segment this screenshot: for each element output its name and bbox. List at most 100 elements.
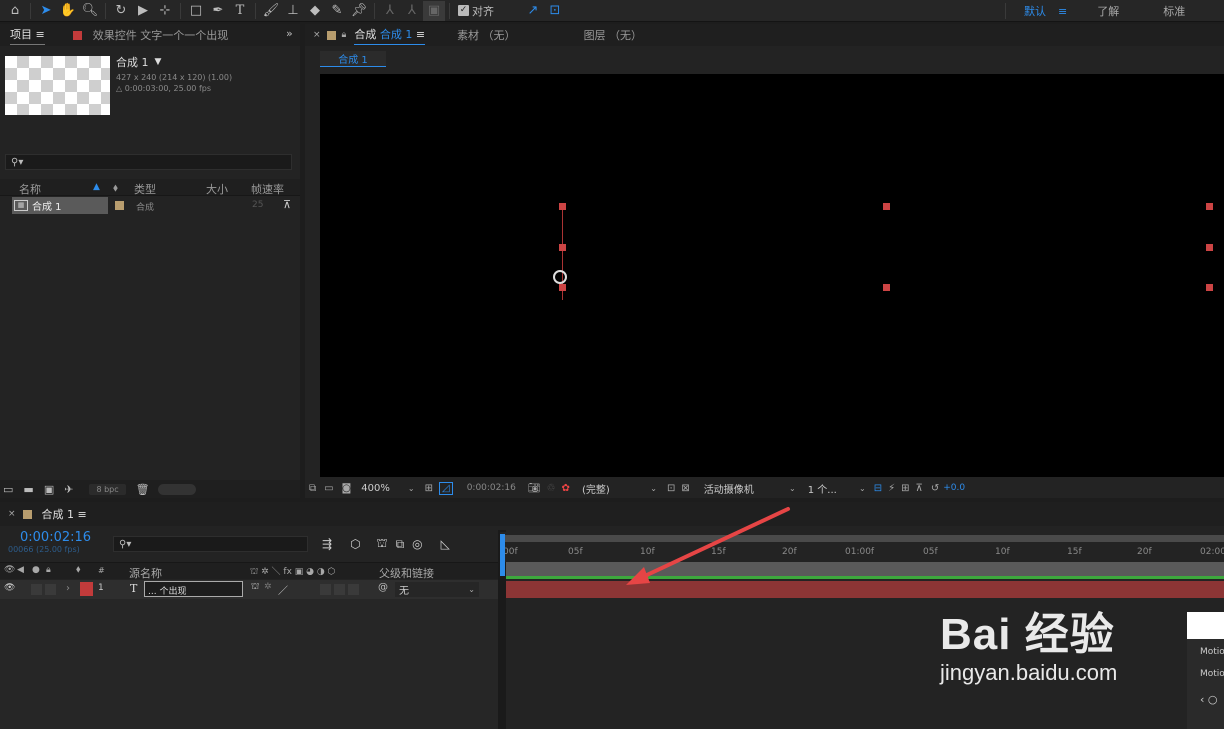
motion-blur-icon[interactable]: ◎ (412, 537, 422, 551)
checkbox-icon[interactable]: ✓ (458, 5, 469, 16)
playhead-icon[interactable] (500, 534, 505, 576)
timeline-search-input[interactable]: ⚲▾ (113, 536, 308, 552)
fast-previews-icon[interactable]: ⚡ (888, 483, 895, 494)
workspace-standard[interactable]: 标准 (1163, 3, 1185, 19)
roto-brush-icon[interactable]: ✎ (326, 1, 348, 21)
parent-pickwhip-icon[interactable]: @ (378, 582, 388, 593)
parent-dropdown[interactable]: 无 ⌄ (395, 582, 479, 597)
lock-icon[interactable]: 🔒︎ (342, 30, 347, 40)
zoom-dropdown[interactable]: 400% ⌄ (361, 483, 414, 494)
color-channels-icon[interactable]: ✿ (562, 483, 570, 494)
flowchart-icon[interactable]: ⊼ (283, 198, 291, 211)
reset-exposure-icon[interactable]: ↺ (931, 483, 939, 494)
eye-icon[interactable]: 👁︎ (4, 583, 15, 593)
exposure-value[interactable]: +0.0 (943, 483, 965, 493)
anchor-point-icon[interactable] (553, 270, 567, 284)
clone-stamp-icon[interactable]: ⊥ (282, 1, 304, 21)
snap-grid-icon[interactable]: ⊡ (544, 1, 566, 21)
bpc-badge[interactable]: 8 bpc (89, 483, 126, 495)
chevron-down-icon[interactable]: ▼ (155, 57, 162, 67)
eraser-icon[interactable]: ◆ (304, 1, 326, 21)
thumbnail-slider[interactable] (157, 483, 196, 495)
col-source-name[interactable]: 源名称 (129, 565, 162, 581)
bounding-box-handle[interactable] (883, 203, 890, 210)
bounding-box-handle[interactable] (883, 284, 890, 291)
shy-layers-icon[interactable]: ⛫ (377, 536, 388, 552)
layer-row[interactable]: 👁︎ › 1 T ... 个出现 ⛫ ✲ ／ @ 无 ⌄ (0, 580, 498, 599)
pen-icon[interactable]: ✒ (207, 1, 229, 21)
collapse-switch-icon[interactable]: ✲ (264, 582, 272, 592)
col-fps[interactable]: 帧速率 (251, 181, 284, 197)
views-dropdown[interactable]: 1 个... ⌄ (808, 481, 866, 496)
switch-box[interactable] (334, 584, 345, 595)
layer-name-field[interactable]: ... 个出现 (144, 581, 243, 597)
bounding-box-handle[interactable] (1206, 203, 1213, 210)
rotate-icon[interactable]: ↻ (110, 1, 132, 21)
panel-expand-icon[interactable]: » (286, 27, 293, 40)
axis-local-icon[interactable]: ⅄ (379, 1, 401, 21)
always-preview-icon[interactable]: ⧉ (309, 483, 316, 494)
flowchart-icon[interactable]: ⊼ (916, 483, 923, 494)
workspace-menu-icon[interactable]: ≡ (1058, 5, 1067, 18)
toggle-pixel-aspect-icon[interactable]: ⊟ (874, 483, 882, 494)
col-type[interactable]: 类型 (134, 181, 156, 197)
chevron-right-icon[interactable]: › (66, 583, 70, 594)
bounding-box-handle[interactable] (1206, 284, 1213, 291)
adjust-icon[interactable]: ✈ (64, 483, 73, 496)
timeline-icon[interactable]: ⊞ (901, 483, 909, 494)
comp-mini-flowchart-icon[interactable]: ⇶ (322, 537, 332, 551)
close-icon[interactable]: × (313, 30, 321, 40)
puppet-pin-icon[interactable]: 📌︎ (348, 1, 370, 21)
layer-label-color[interactable] (80, 582, 93, 596)
audio-icon[interactable]: ◀ (17, 565, 24, 575)
comp-breadcrumb[interactable]: 合成 1 (320, 51, 386, 67)
sort-asc-icon[interactable]: ▲ (93, 182, 100, 192)
lock-box[interactable] (45, 584, 56, 595)
tab-project[interactable]: 项目 ≡ (10, 26, 45, 45)
interpret-footage-icon[interactable]: ▭ (3, 483, 13, 496)
col-name[interactable]: 名称 (19, 181, 41, 197)
project-search-input[interactable]: ⚲▾ (5, 154, 292, 170)
col-size[interactable]: 大小 (206, 181, 228, 197)
time-ruler[interactable]: :00f 05f 10f 15f 20f 01:00f 05f 10f 15f … (500, 532, 1224, 562)
monitor-icon[interactable]: ▭ (324, 483, 333, 494)
brush-icon[interactable]: 🖌︎ (260, 1, 282, 21)
rectangle-icon[interactable]: □ (185, 1, 207, 21)
resolution-dropdown[interactable]: (完整) ⌄ (582, 481, 657, 496)
chevron-left-icon[interactable]: ‹ ○ (1187, 679, 1224, 706)
col-parent[interactable]: 父级和链接 (379, 565, 434, 581)
home-icon[interactable]: ⌂ (4, 1, 26, 21)
snap-icon[interactable]: ↗ (522, 1, 544, 21)
trash-icon[interactable]: 🗑︎ (136, 483, 150, 496)
hand-icon[interactable]: ✋ (57, 1, 79, 21)
viewer-timecode[interactable]: 0:00:02:16 (467, 483, 516, 493)
frame-blending-icon[interactable]: ⧉ (396, 537, 405, 552)
bounding-box-handle[interactable] (559, 203, 566, 210)
graph-editor-icon[interactable]: ◺ (441, 537, 450, 551)
new-comp-icon[interactable]: ▣ (44, 483, 54, 496)
label-tag-icon[interactable]: ⬧ (76, 564, 81, 575)
show-snapshot-icon[interactable]: ♲ (547, 483, 556, 494)
pan-behind-icon[interactable]: ⊹ (154, 1, 176, 21)
axis-world-icon[interactable]: ⅄ (401, 1, 423, 21)
shy-switch-icon[interactable]: ⛫ (251, 582, 259, 593)
tab-footage[interactable]: 素材 （无） (457, 27, 516, 43)
snapshot-icon[interactable]: 📷︎ (528, 483, 541, 494)
tab-layer[interactable]: 图层 （无） (584, 27, 643, 43)
switch-box[interactable] (348, 584, 359, 595)
camera-dropdown[interactable]: 活动摄像机 ⌄ (704, 481, 796, 496)
workspace-learn[interactable]: 了解 (1097, 3, 1119, 19)
text-icon[interactable]: T (229, 1, 251, 21)
region-of-interest-icon[interactable]: ⊡ (667, 483, 675, 494)
tab-composition[interactable]: 合成 合成 1 ≡ (354, 26, 426, 45)
switch-box[interactable] (320, 584, 331, 595)
bounding-box-handle[interactable] (559, 284, 566, 291)
solo-box[interactable] (31, 584, 42, 595)
mask-visibility-icon[interactable]: ◿ (438, 481, 453, 495)
layer-duration-bar[interactable] (506, 581, 1224, 598)
zoom-icon[interactable]: 🔍︎ (79, 1, 101, 21)
draft-3d-icon[interactable]: ⬡ (350, 537, 360, 551)
axis-view-icon[interactable]: ▣ (423, 0, 445, 21)
composition-canvas[interactable] (320, 74, 1224, 477)
bounding-box-handle[interactable] (559, 244, 566, 251)
